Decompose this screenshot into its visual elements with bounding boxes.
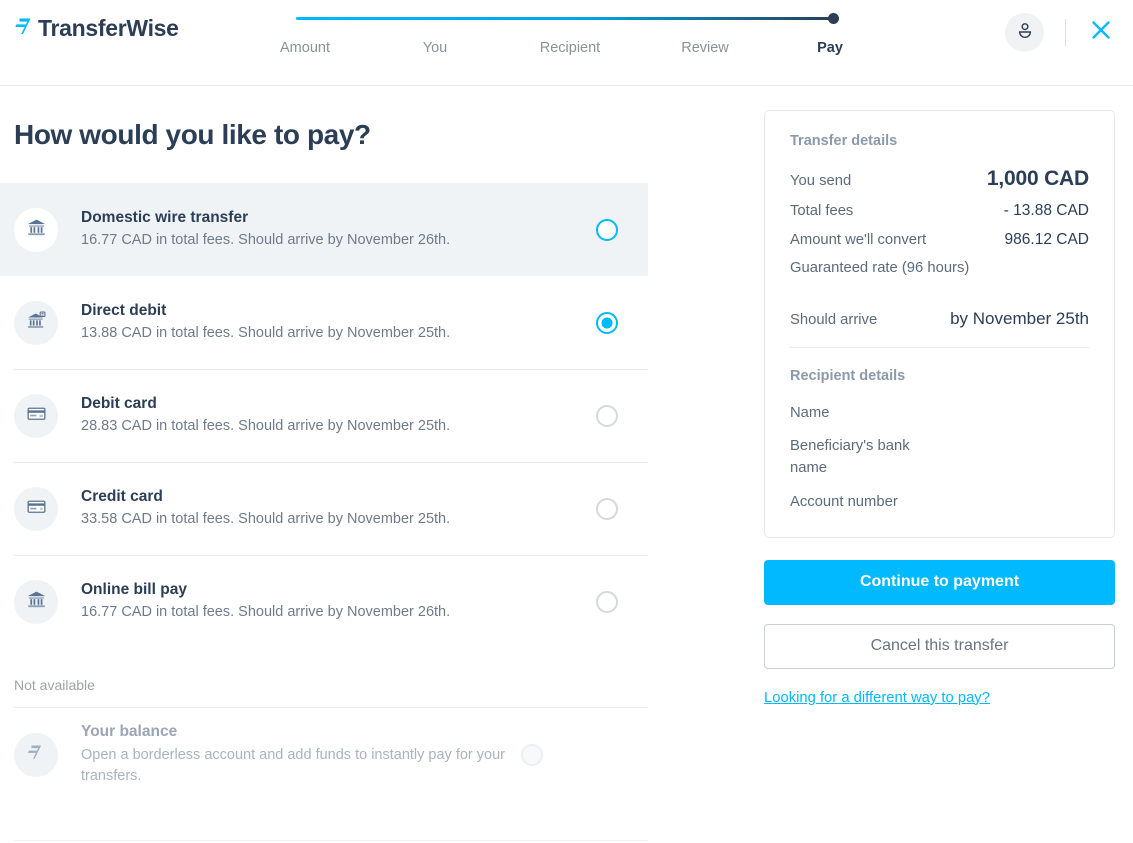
transferwise-flag-icon	[14, 15, 36, 42]
summary-label: Guaranteed rate (96 hours)	[790, 260, 970, 276]
recipient-row-account-number: Account number	[790, 493, 898, 510]
bank-building-icon	[26, 217, 47, 243]
summary-row-you-send: You send 1,000 CAD	[790, 167, 1089, 191]
user-avatar-icon	[1015, 20, 1035, 45]
radio-domestic-wire-transfer[interactable]	[596, 218, 618, 241]
summary-value: - 13.88 CAD	[1003, 202, 1089, 219]
method-icon-wrapper	[14, 393, 58, 438]
credit-card-icon	[26, 496, 47, 522]
different-way-to-pay-link[interactable]: Looking for a different way to pay?	[764, 690, 990, 706]
method-title: Online bill pay	[81, 580, 187, 598]
transfer-summary-card: Transfer details You send 1,000 CAD Tota…	[764, 110, 1115, 538]
transfer-details-heading: Transfer details	[790, 133, 898, 149]
step-amount[interactable]: Amount	[240, 40, 370, 56]
radio-direct-debit[interactable]	[596, 311, 618, 334]
method-subtitle: 16.77 CAD in total fees. Should arrive b…	[81, 604, 451, 621]
continue-to-payment-button[interactable]: Continue to payment	[764, 559, 1115, 605]
card-divider	[790, 347, 1089, 348]
method-subtitle: 13.88 CAD in total fees. Should arrive b…	[81, 325, 451, 342]
bank-building-icon	[26, 589, 47, 615]
summary-value: 986.12 CAD	[1004, 231, 1089, 248]
payment-method-domestic-wire-transfer[interactable]: Domestic wire transfer 16.77 CAD in tota…	[0, 183, 648, 276]
progress-dot	[828, 13, 839, 24]
method-text: Domestic wire transfer 16.77 CAD in tota…	[81, 208, 596, 252]
transferwise-flag-icon	[26, 742, 46, 767]
method-title: Credit card	[81, 487, 163, 505]
summary-row-amount-converted: Amount we'll convert 986.12 CAD	[790, 231, 1089, 249]
method-title: Debit card	[81, 394, 157, 412]
header-actions	[1005, 13, 1115, 52]
method-subtitle: Open a borderless account and add funds …	[81, 746, 505, 784]
method-text: Your balance Open a borderless account a…	[81, 722, 521, 787]
step-pay[interactable]: Pay	[770, 40, 890, 56]
radio-credit-card[interactable]	[596, 497, 618, 520]
payment-method-online-bill-pay[interactable]: Online bill pay 16.77 CAD in total fees.…	[0, 555, 648, 648]
bank-direct-debit-icon	[26, 310, 47, 336]
method-title: Domestic wire transfer	[81, 208, 249, 226]
header-divider	[1065, 19, 1066, 46]
summary-label: Amount we'll convert	[790, 232, 927, 248]
close-x-icon	[1089, 18, 1113, 47]
step-you[interactable]: You	[370, 40, 500, 56]
progress-steps: Amount You Recipient Review Pay	[240, 10, 890, 70]
page-body: How would you like to pay? Domestic wire…	[0, 86, 1133, 843]
avatar[interactable]	[1005, 13, 1044, 52]
method-text: Direct debit 13.88 CAD in total fees. Sh…	[81, 301, 596, 345]
app-header: TransferWise Amount You Recipient Review…	[0, 0, 1133, 86]
payment-method-list: Domestic wire transfer 16.77 CAD in tota…	[0, 183, 648, 801]
summary-label: Should arrive	[790, 312, 878, 328]
step-recipient[interactable]: Recipient	[500, 40, 640, 56]
debit-card-icon	[26, 403, 47, 429]
radio-online-bill-pay[interactable]	[596, 590, 618, 613]
method-title: Direct debit	[81, 301, 167, 319]
not-available-heading: Not available	[14, 677, 95, 693]
method-text: Online bill pay 16.77 CAD in total fees.…	[81, 580, 596, 624]
method-title: Your balance	[81, 723, 178, 741]
method-icon-wrapper	[14, 579, 58, 624]
method-icon-wrapper	[14, 207, 58, 252]
progress-track	[296, 17, 834, 20]
radio-debit-card[interactable]	[596, 404, 618, 427]
recipient-row-name: Name	[790, 405, 830, 421]
method-icon-wrapper	[14, 300, 58, 345]
payment-method-debit-card[interactable]: Debit card 28.83 CAD in total fees. Shou…	[0, 369, 648, 462]
method-text: Credit card 33.58 CAD in total fees. Sho…	[81, 487, 596, 531]
method-subtitle: 28.83 CAD in total fees. Should arrive b…	[81, 418, 451, 435]
payment-method-direct-debit[interactable]: Direct debit 13.88 CAD in total fees. Sh…	[0, 276, 648, 369]
payment-method-credit-card[interactable]: Credit card 33.58 CAD in total fees. Sho…	[0, 462, 648, 555]
method-icon-wrapper	[14, 486, 58, 531]
method-subtitle: 33.58 CAD in total fees. Should arrive b…	[81, 511, 451, 528]
recipient-details-heading: Recipient details	[790, 368, 906, 384]
payment-method-your-balance: Your balance Open a borderless account a…	[0, 708, 648, 801]
radio-your-balance	[521, 743, 543, 766]
recipient-row-bank-name: Beneficiary's bank name	[790, 438, 910, 477]
transfer-summary-column: Transfer details You send 1,000 CAD Tota…	[764, 86, 1115, 707]
method-subtitle: 16.77 CAD in total fees. Should arrive b…	[81, 232, 451, 249]
summary-value: by November 25th	[950, 309, 1089, 328]
page-title: How would you like to pay?	[14, 119, 371, 150]
summary-label: You send	[790, 173, 852, 189]
summary-value: 1,000 CAD	[986, 167, 1089, 190]
bottom-divider	[14, 840, 648, 841]
brand-logo[interactable]: TransferWise	[14, 15, 179, 42]
summary-row-total-fees: Total fees - 13.88 CAD	[790, 202, 1089, 220]
payment-methods-column: How would you like to pay? Domestic wire…	[0, 86, 680, 841]
summary-row-should-arrive: Should arrive by November 25th	[790, 309, 1089, 329]
brand-name: TransferWise	[38, 15, 179, 41]
close-button[interactable]	[1087, 19, 1115, 47]
cancel-transfer-button[interactable]: Cancel this transfer	[764, 623, 1115, 669]
method-text: Debit card 28.83 CAD in total fees. Shou…	[81, 394, 596, 438]
summary-label: Total fees	[790, 203, 854, 219]
step-review[interactable]: Review	[640, 40, 770, 56]
summary-row-guaranteed-rate: Guaranteed rate (96 hours)	[790, 260, 1089, 276]
method-icon-wrapper	[14, 732, 58, 777]
